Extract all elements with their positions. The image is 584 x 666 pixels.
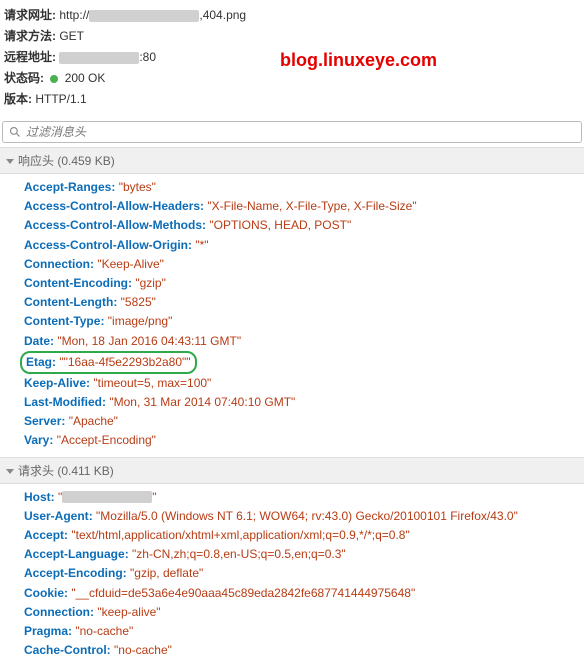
header-value: "zh-CN,zh;q=0.8,en-US;q=0.5,en;q=0.3" [132,547,346,561]
header-key: Access-Control-Allow-Methods [24,218,202,232]
header-key: Content-Length [24,295,113,309]
filter-headers-box[interactable] [2,121,582,143]
header-key: Server [24,414,61,428]
header-value: "no-cache" [114,643,172,657]
url-suffix: ,404.png [199,8,246,22]
search-icon [9,126,21,138]
header-value: "image/png" [108,314,173,328]
response-headers-list: Accept-Ranges: "bytes"Access-Control-All… [0,174,584,457]
header-value: "5825" [121,295,156,309]
request-headers-toggle[interactable]: 请求头 (0.411 KB) [0,457,584,484]
status-dot-icon [50,75,58,83]
header-value: "Mon, 31 Mar 2014 07:40:10 GMT" [109,395,295,409]
header-key: Accept-Language [24,547,125,561]
header-line: Keep-Alive: "timeout=5, max=100" [20,374,584,393]
chevron-down-icon [6,469,14,474]
header-line: Accept-Encoding: "gzip, deflate" [20,564,584,583]
url-prefix: http:// [59,8,89,22]
header-value: "__cfduid=de53a6e4e90aaa45c89eda2842fe68… [71,586,415,600]
header-line: Vary: "Accept-Encoding" [20,431,584,450]
header-line: Accept: "text/html,application/xhtml+xml… [20,526,584,545]
header-key: Host [24,490,51,504]
header-key: User-Agent [24,509,89,523]
request-headers-list: Host: ""User-Agent: "Mozilla/5.0 (Window… [0,484,584,666]
redacted-host [89,10,199,22]
redacted-ip [59,52,139,64]
header-value: ""16aa-4f5e2293b2a80"" [59,355,190,369]
header-key: Content-Type [24,314,100,328]
request-method-row: 请求方法: GET [4,27,580,45]
header-key: Etag [26,355,52,369]
header-key: Accept [24,528,64,542]
redacted-value [62,491,152,503]
header-value: "gzip, deflate" [130,566,203,580]
header-line: Access-Control-Allow-Origin: "*" [20,236,584,255]
version-row: 版本: HTTP/1.1 [4,90,580,108]
header-value: "bytes" [119,180,156,194]
header-key: Date [24,334,50,348]
header-value: "Mon, 18 Jan 2016 04:43:11 GMT" [57,334,241,348]
header-value: "Keep-Alive" [97,257,164,271]
header-value: "*" [195,238,208,252]
header-key: Connection [24,605,90,619]
header-line: Cookie: "__cfduid=de53a6e4e90aaa45c89eda… [20,584,584,603]
header-key: Last-Modified [24,395,102,409]
header-key: Connection [24,257,90,271]
header-value: "keep-alive" [97,605,160,619]
request-section-title: 请求头 (0.411 KB) [18,464,114,478]
header-key: Accept-Ranges [24,180,111,194]
header-line: Server: "Apache" [20,412,584,431]
header-key: Cookie [24,586,64,600]
header-value: "text/html,application/xhtml+xml,applica… [71,528,409,542]
header-line: Accept-Language: "zh-CN,zh;q=0.8,en-US;q… [20,545,584,564]
header-line: User-Agent: "Mozilla/5.0 (Windows NT 6.1… [20,507,584,526]
header-value: "Mozilla/5.0 (Windows NT 6.1; WOW64; rv:… [96,509,518,523]
header-key: Cache-Control [24,643,107,657]
header-key: Keep-Alive [24,376,86,390]
header-value: "OPTIONS, HEAD, POST" [209,218,351,232]
response-headers-toggle[interactable]: 响应头 (0.459 KB) [0,147,584,174]
header-key: Access-Control-Allow-Headers [24,199,200,213]
chevron-down-icon [6,159,14,164]
watermark-text: blog.linuxeye.com [280,50,437,71]
header-line: Content-Type: "image/png" [20,312,584,331]
header-line: Pragma: "no-cache" [20,622,584,641]
header-line: Host: "" [20,488,584,507]
header-line: Connection: "keep-alive" [20,603,584,622]
header-line: Content-Encoding: "gzip" [20,274,584,293]
request-url-row: 请求网址: http:// ,404.png [4,6,580,24]
header-line: Last-Modified: "Mon, 31 Mar 2014 07:40:1… [20,393,584,412]
header-line: Etag: ""16aa-4f5e2293b2a80"" [20,351,584,374]
response-section-title: 响应头 (0.459 KB) [18,154,115,168]
header-line: Date: "Mon, 18 Jan 2016 04:43:11 GMT" [20,332,584,351]
header-line: Access-Control-Allow-Headers: "X-File-Na… [20,197,584,216]
header-line: Access-Control-Allow-Methods: "OPTIONS, … [20,216,584,235]
header-value: "Accept-Encoding" [57,433,156,447]
header-key: Vary [24,433,49,447]
remote-label: 远程地址: [4,50,56,64]
method-value: GET [59,29,84,43]
header-value: "no-cache" [75,624,133,638]
header-line: Accept-Ranges: "bytes" [20,178,584,197]
header-line: Content-Length: "5825" [20,293,584,312]
header-line: Connection: "Keep-Alive" [20,255,584,274]
remote-port: :80 [139,50,156,64]
header-value: "X-File-Name, X-File-Type, X-File-Size" [207,199,416,213]
version-value: HTTP/1.1 [35,92,86,106]
status-value: 200 OK [65,71,106,85]
header-value: "gzip" [135,276,166,290]
header-value: "timeout=5, max=100" [93,376,211,390]
version-label: 版本: [4,92,32,106]
method-label: 请求方法: [4,29,56,43]
filter-input[interactable] [26,125,575,139]
url-label: 请求网址: [4,8,56,22]
header-key: Accept-Encoding [24,566,123,580]
header-value: "Apache" [69,414,118,428]
header-key: Access-Control-Allow-Origin [24,238,188,252]
status-code-row: 状态码: 200 OK [4,69,580,87]
header-key: Pragma [24,624,68,638]
status-label: 状态码: [4,71,44,85]
header-key: Content-Encoding [24,276,128,290]
header-line: Cache-Control: "no-cache" [20,641,584,660]
